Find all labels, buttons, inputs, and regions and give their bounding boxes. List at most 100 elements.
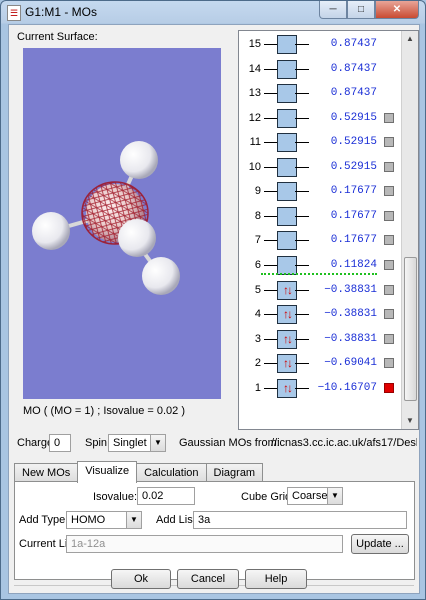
surface-toggle-checkbox[interactable] bbox=[384, 382, 394, 393]
mo-number: 15 bbox=[248, 38, 261, 50]
mo-energy: −0.69041 bbox=[324, 357, 377, 370]
ok-button[interactable]: Ok bbox=[111, 569, 171, 589]
surface-toggle-checkbox[interactable] bbox=[384, 309, 394, 320]
virtual-orbital-box[interactable] bbox=[277, 182, 297, 202]
minimize-button[interactable]: ─ bbox=[319, 1, 347, 19]
mo-energy: 0.52915 bbox=[330, 160, 377, 173]
gaussview-document-icon: ☰ bbox=[7, 5, 21, 21]
mo-energy: 0.11824 bbox=[330, 258, 377, 271]
mo-level-row[interactable]: 11 0.52915 bbox=[239, 133, 404, 153]
level-line bbox=[295, 68, 309, 70]
update-button[interactable]: Update ... bbox=[351, 534, 409, 554]
level-line bbox=[295, 363, 309, 365]
surface-toggle-checkbox[interactable] bbox=[384, 358, 394, 369]
virtual-orbital-box[interactable] bbox=[277, 206, 297, 226]
mo-energy: 0.52915 bbox=[330, 111, 377, 124]
mo-level-row[interactable]: 6 0.11824 bbox=[239, 255, 404, 275]
mo-number: 10 bbox=[248, 160, 261, 173]
mo-energy: 0.17677 bbox=[330, 209, 377, 222]
help-button[interactable]: Help bbox=[245, 569, 307, 589]
mo-level-row[interactable]: 12 0.52915 bbox=[239, 108, 404, 128]
title-bar[interactable]: ☰ G1:M1 - MOs ─ □ ✕ bbox=[1, 1, 425, 23]
mo-level-row[interactable]: 9 0.17677 bbox=[239, 182, 404, 202]
virtual-orbital-box[interactable] bbox=[277, 84, 297, 104]
mo-level-row[interactable]: 1 −10.16707 bbox=[239, 378, 404, 398]
level-line bbox=[295, 166, 309, 168]
surface-toggle-checkbox[interactable] bbox=[384, 186, 394, 197]
mo-level-row[interactable]: 4 −0.38831 bbox=[239, 305, 404, 325]
mo-number: 13 bbox=[248, 87, 261, 100]
cube-grid-value: Coarse bbox=[292, 490, 328, 502]
mo-number: 3 bbox=[254, 332, 261, 345]
surface-toggle-checkbox[interactable] bbox=[384, 333, 394, 344]
occupied-orbital-box[interactable] bbox=[277, 354, 297, 374]
maximize-button[interactable]: □ bbox=[347, 1, 375, 19]
tab-new-mos[interactable]: New MOs bbox=[14, 463, 79, 482]
visualize-tab-page: Isovalue: 0.02 Cube Grid: Coarse ▼ Add T… bbox=[14, 481, 415, 580]
chevron-down-icon: ▼ bbox=[150, 435, 165, 451]
mo-energy: 0.52915 bbox=[330, 136, 377, 149]
current-list-field: 1a-12a bbox=[66, 535, 343, 553]
charge-input[interactable]: 0 bbox=[49, 434, 71, 452]
mo-level-row[interactable]: 14 0.87437 bbox=[239, 59, 404, 79]
virtual-orbital-box[interactable] bbox=[277, 59, 297, 79]
add-list-input[interactable]: 3a bbox=[193, 511, 407, 529]
mo-level-row[interactable]: 8 0.17677 bbox=[239, 206, 404, 226]
level-line bbox=[264, 191, 278, 193]
level-line bbox=[295, 289, 309, 291]
spin-select[interactable]: Singlet ▼ bbox=[108, 434, 166, 452]
occupied-orbital-box[interactable] bbox=[277, 329, 297, 349]
mo-level-row[interactable]: 7 0.17677 bbox=[239, 231, 404, 251]
mo-level-row[interactable]: 15 0.87437 bbox=[239, 35, 404, 54]
mo-level-row[interactable]: 3 −0.38831 bbox=[239, 329, 404, 349]
virtual-orbital-box[interactable] bbox=[277, 157, 297, 177]
virtual-orbital-box[interactable] bbox=[277, 35, 297, 54]
scroll-down-icon[interactable]: ▼ bbox=[402, 413, 418, 429]
mo-level-row[interactable]: 10 0.52915 bbox=[239, 157, 404, 177]
scroll-up-icon[interactable]: ▲ bbox=[402, 31, 418, 47]
occupied-orbital-box[interactable] bbox=[277, 305, 297, 325]
add-type-select[interactable]: HOMO ▼ bbox=[66, 511, 142, 529]
level-line bbox=[264, 142, 278, 144]
level-line bbox=[264, 289, 278, 291]
level-line bbox=[264, 240, 278, 242]
level-line bbox=[295, 215, 309, 217]
surface-viewer[interactable] bbox=[23, 48, 221, 399]
surface-toggle-checkbox[interactable] bbox=[384, 210, 394, 221]
mo-energy: −0.38831 bbox=[324, 283, 377, 296]
current-surface-label: Current Surface: bbox=[17, 31, 98, 43]
mo-level-row[interactable]: 5 −0.38831 bbox=[239, 280, 404, 300]
scrollbar-thumb[interactable] bbox=[404, 257, 417, 401]
tab-diagram[interactable]: Diagram bbox=[205, 463, 264, 482]
surface-toggle-checkbox[interactable] bbox=[384, 235, 394, 246]
level-line bbox=[264, 387, 278, 389]
level-line bbox=[264, 264, 278, 266]
occupied-orbital-box[interactable] bbox=[277, 378, 297, 398]
level-line bbox=[295, 93, 309, 95]
close-button[interactable]: ✕ bbox=[375, 1, 419, 19]
surface-toggle-checkbox[interactable] bbox=[384, 284, 394, 295]
mo-number: 14 bbox=[248, 62, 261, 75]
virtual-orbital-box[interactable] bbox=[277, 231, 297, 251]
isovalue-input[interactable]: 0.02 bbox=[137, 487, 195, 505]
mo-level-row[interactable]: 13 0.87437 bbox=[239, 84, 404, 104]
tab-visualize[interactable]: Visualize bbox=[77, 461, 138, 483]
tab-calculation[interactable]: Calculation bbox=[136, 463, 207, 482]
hydrogen-atom bbox=[32, 212, 70, 250]
surface-toggle-checkbox[interactable] bbox=[384, 137, 394, 148]
mo-dialog-window: ☰ G1:M1 - MOs ─ □ ✕ Current Surface: MO … bbox=[0, 0, 426, 600]
mo-list-scrollbar[interactable]: ▲ ▼ bbox=[401, 31, 418, 429]
surface-toggle-checkbox[interactable] bbox=[384, 161, 394, 172]
surface-toggle-checkbox[interactable] bbox=[384, 112, 394, 123]
add-type-value: HOMO bbox=[71, 514, 106, 526]
surface-toggle-checkbox[interactable] bbox=[384, 259, 394, 270]
cube-grid-select[interactable]: Coarse ▼ bbox=[287, 487, 343, 505]
isovalue-label: Isovalue: bbox=[93, 491, 138, 503]
cancel-button[interactable]: Cancel bbox=[177, 569, 239, 589]
mo-level-row[interactable]: 2 −0.69041 bbox=[239, 354, 404, 374]
virtual-orbital-box[interactable] bbox=[277, 133, 297, 153]
level-line bbox=[295, 240, 309, 242]
level-line bbox=[264, 338, 278, 340]
virtual-orbital-box[interactable] bbox=[277, 108, 297, 128]
occupied-orbital-box[interactable] bbox=[277, 280, 297, 300]
